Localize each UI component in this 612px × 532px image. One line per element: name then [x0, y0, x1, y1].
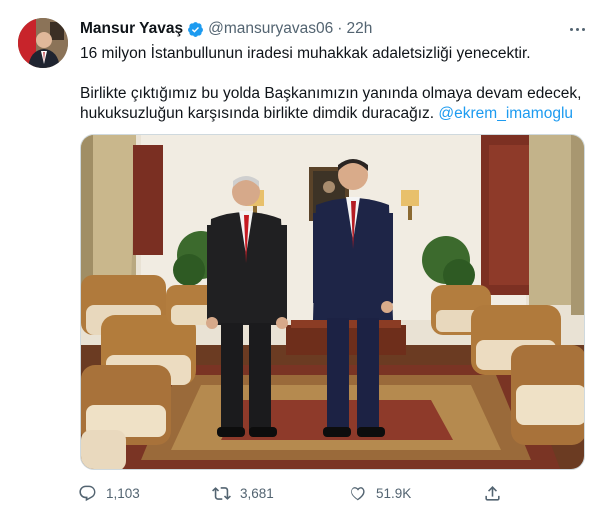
- tweet-actions-bar: 1,103 3,681 51.9K: [78, 482, 508, 504]
- more-options-icon[interactable]: [566, 20, 588, 38]
- reply-count: 1,103: [106, 485, 140, 501]
- reply-icon: [79, 485, 96, 501]
- tweet-text-line: 16 milyon İstanbullunun iradesi muhakkak…: [80, 45, 531, 62]
- reply-button[interactable]: 1,103: [78, 482, 140, 504]
- tweet-text-line: Birlikte çıktığımız bu yolda Başkanımızı…: [80, 85, 582, 102]
- mention-link[interactable]: @ekrem_imamoglu: [438, 105, 573, 122]
- share-button[interactable]: [483, 482, 511, 504]
- tweet-card[interactable]: Mansur Yavaş @mansuryavas06 · 22h 16 mil…: [0, 0, 612, 532]
- tweet-header: Mansur Yavaş @mansuryavas06 · 22h: [80, 19, 372, 39]
- retweet-icon: [212, 486, 231, 500]
- retweet-count: 3,681: [240, 485, 274, 501]
- tweet-text-line: hukuksuzluğun karşısında birlikte dimdik…: [80, 104, 590, 124]
- share-icon: [485, 485, 500, 501]
- like-button[interactable]: 51.9K: [348, 482, 411, 504]
- separator-dot: ·: [337, 20, 343, 37]
- author-name[interactable]: Mansur Yavaş: [80, 20, 183, 38]
- verified-badge-icon: [188, 21, 204, 37]
- heart-icon: [351, 486, 365, 501]
- author-handle[interactable]: @mansuryavas06: [208, 20, 333, 38]
- avatar[interactable]: [18, 18, 68, 68]
- like-count: 51.9K: [376, 485, 412, 501]
- retweet-button[interactable]: 3,681: [212, 482, 274, 504]
- photo-image: [81, 135, 584, 469]
- timestamp[interactable]: 22h: [346, 20, 372, 38]
- tweet-text-fragment: hukuksuzluğun karşısında birlikte dimdik…: [80, 105, 435, 122]
- tweet-photo[interactable]: [80, 134, 585, 470]
- avatar-image: [18, 18, 68, 68]
